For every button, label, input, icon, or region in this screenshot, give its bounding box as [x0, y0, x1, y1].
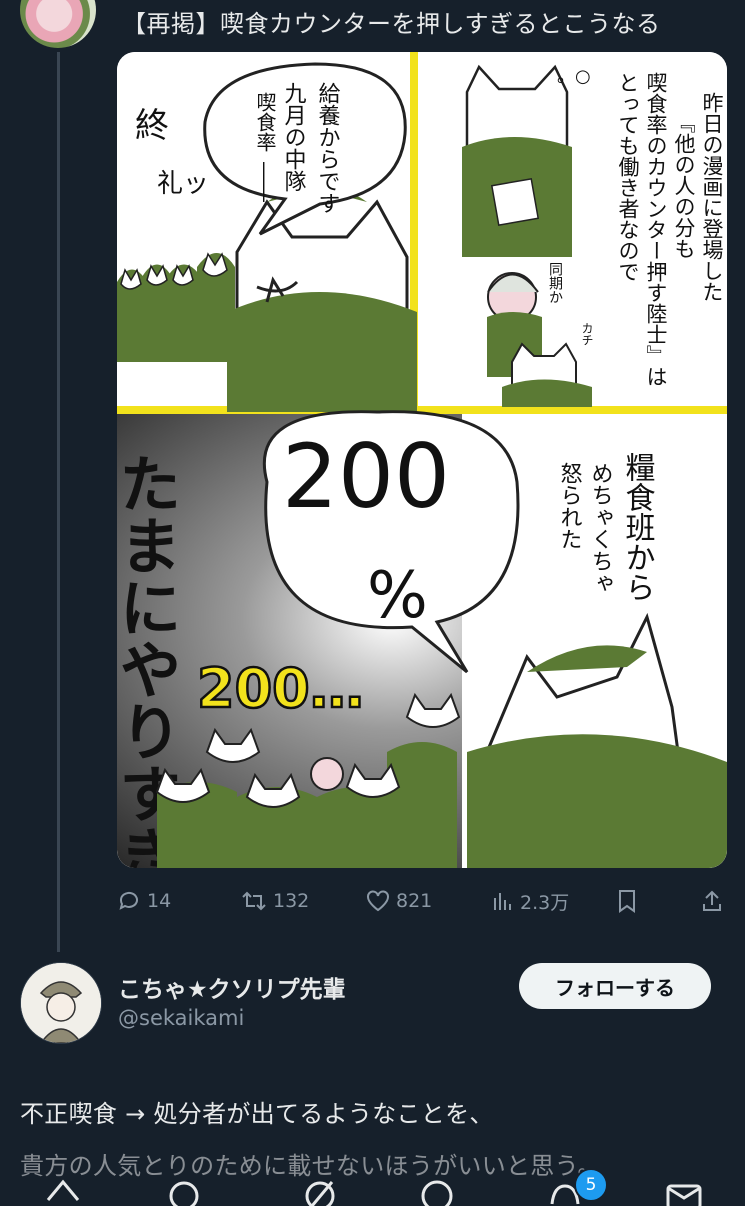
panel2-note: カチ: [580, 322, 594, 346]
tweet-text: 【再掲】喫食カウンターを押しすぎるとこうなる: [122, 10, 661, 38]
messages-icon[interactable]: [664, 1176, 704, 1206]
panel1-bubble-text: 給養からです: [315, 82, 341, 214]
reply-button[interactable]: 14: [117, 884, 171, 918]
tweet-action-bar: 14 132 821 2.3万: [117, 884, 727, 918]
reply-text-line: 不正喫食 → 処分者が出てるようなことを、: [20, 1100, 494, 1128]
bottom-nav: [0, 1168, 745, 1206]
avatar[interactable]: [20, 0, 96, 48]
like-button[interactable]: 821: [366, 884, 432, 918]
notifications-badge: 5: [574, 1168, 608, 1202]
panel3-bubble-unit: %: [367, 559, 428, 633]
like-count: 821: [396, 890, 433, 912]
panel2-think: 。○: [557, 66, 591, 87]
reply-count: 14: [147, 890, 172, 912]
bookmark-icon: [619, 890, 635, 913]
follow-button[interactable]: フォローする: [519, 963, 711, 1009]
retweet-icon: [242, 891, 266, 911]
views-icon: [494, 893, 511, 910]
share-button[interactable]: [701, 884, 723, 918]
panel2-caption: 昨日の漫画に登場した: [700, 92, 724, 302]
reply-icon: [119, 891, 138, 910]
retweet-count: 132: [273, 890, 310, 912]
panel1-bubble-text: 九月の中隊: [281, 82, 307, 192]
video-icon[interactable]: [418, 1176, 456, 1206]
panel1-sfx: 終: [135, 106, 169, 146]
views-button[interactable]: 2.3万: [492, 884, 569, 918]
bookmark-button[interactable]: [617, 884, 637, 918]
grok-icon[interactable]: [302, 1176, 338, 1206]
views-count: 2.3万: [520, 891, 570, 914]
panel2-caption: 喫食率のカウンター押す陸士』は: [644, 72, 668, 387]
panel1-bubble-text: ――: [253, 162, 277, 202]
home-icon[interactable]: [44, 1176, 82, 1206]
panel3-note: 糧食班から: [620, 452, 656, 602]
panel1-bubble-text: 喫食率: [253, 92, 277, 152]
panel3-shout: 200…: [197, 657, 364, 720]
panel3-note: めちゃくちゃ: [588, 462, 613, 594]
panel3-note: 怒られた: [557, 462, 583, 550]
panel1-sfx: 礼ッ: [157, 169, 209, 199]
share-icon: [703, 890, 721, 911]
panel3-bubble-number: 200: [282, 425, 450, 528]
reply-avatar[interactable]: [20, 962, 102, 1044]
retweet-button[interactable]: 132: [241, 884, 309, 918]
panel2-caption: とっても働き者なので: [616, 72, 640, 282]
panel2-note: 同期か: [547, 262, 563, 304]
reply-handle[interactable]: @sekaikami: [118, 1006, 244, 1030]
tweet-image-manga[interactable]: 終 礼ッ 給養からです 九月の中隊 喫食率 ―― 。○ 同期か カチ 昨日の漫画…: [117, 52, 727, 868]
thread-line: [57, 52, 60, 952]
reply-display-name[interactable]: こちゃ★クソリプ先輩: [118, 970, 346, 1004]
heart-icon: [367, 890, 389, 912]
search-icon[interactable]: [166, 1176, 202, 1206]
panel2-caption: 『他の人の分も: [672, 112, 696, 259]
